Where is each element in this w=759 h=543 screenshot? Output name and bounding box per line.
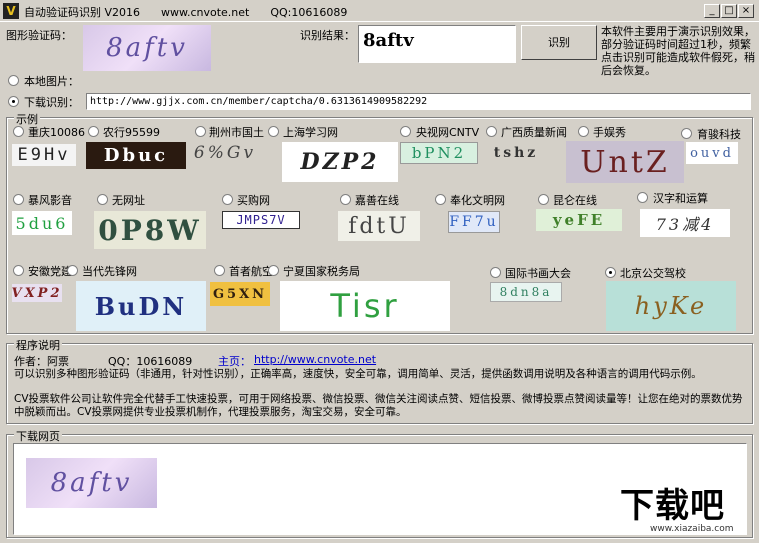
example-radio[interactable] [13, 194, 24, 205]
example-label: 昆仑在线 [553, 194, 597, 207]
example-captcha: 5du6 [12, 211, 72, 235]
example-captcha: ouvd [686, 142, 738, 164]
example-captcha: BuDN [76, 281, 206, 331]
window-title: 自动验证码识别 V2016 www.cnvote.net QQ:10616089 [24, 6, 348, 19]
example-captcha: DZP2 [282, 142, 398, 182]
example-label: 国际书画大会 [505, 267, 571, 280]
example-captcha: E9Hv [12, 144, 76, 166]
example-radio[interactable] [97, 194, 108, 205]
example-label: 宁夏国家税务局 [283, 265, 360, 278]
example-captcha: JMPS7V [222, 211, 300, 229]
watermark-url: www.xiazaiba.com [650, 524, 734, 534]
download-label: 下载识别： [24, 96, 79, 109]
example-captcha: Tisr [280, 281, 450, 331]
example-captcha: yeFE [536, 209, 622, 231]
maximize-button[interactable]: □ [721, 4, 737, 18]
example-captcha: FF7u [448, 211, 500, 233]
example-label: 上海学习网 [283, 126, 338, 139]
qq-label: QQ：10616089 [108, 355, 193, 368]
example-radio[interactable] [67, 265, 78, 276]
example-captcha: 6%Gv [193, 143, 257, 163]
app-icon: V [3, 3, 19, 19]
example-label: 育骏科技 [697, 128, 741, 141]
recognize-button[interactable]: 识别 [521, 25, 597, 60]
close-button[interactable]: × [738, 4, 754, 18]
example-label: 重庆10086 [28, 126, 85, 139]
program-desc-1: 可以识别多种图形验证码（非通用，针对性识别），正确率高，速度快，安全可靠，调用简… [14, 368, 702, 380]
example-radio[interactable] [486, 126, 497, 137]
download-captcha-image: 8aftv [26, 458, 157, 508]
download-radio[interactable] [8, 96, 19, 107]
example-captcha: tshz [493, 145, 539, 161]
example-radio[interactable] [13, 265, 24, 276]
example-label: 央视网CNTV [416, 126, 480, 139]
local-image-label: 本地图片： [24, 75, 79, 88]
example-label: 首者航空 [229, 265, 273, 278]
example-captcha: bPN2 [400, 142, 478, 164]
example-radio[interactable] [605, 267, 616, 278]
example-radio[interactable] [88, 126, 99, 137]
example-captcha: hyKe [606, 281, 736, 331]
example-radio[interactable] [214, 265, 225, 276]
example-radio[interactable] [490, 267, 501, 278]
home-label: 主页： [218, 355, 251, 368]
program-desc-2: CV投票软件公司让软件完全代替手工快速投票，可用于网络投票、微信投票、微信关注阅… [14, 393, 743, 418]
example-radio[interactable] [637, 192, 648, 203]
author-label: 作者：阿票 [14, 355, 69, 368]
example-label: 奉化文明网 [450, 194, 505, 207]
example-captcha: UntZ [566, 141, 684, 183]
title-bar[interactable]: V 自动验证码识别 V2016 www.cnvote.net QQ:106160… [0, 0, 759, 22]
notice-text: 本软件主要用于演示识别效果，部分验证码时间超过1秒，频繁点击识别可能造成软件假死… [601, 25, 755, 77]
example-captcha: Dbuc [86, 142, 186, 169]
example-label: 当代先锋网 [82, 265, 137, 278]
example-radio[interactable] [13, 126, 24, 137]
example-label: 荆州市国土 [209, 126, 264, 139]
example-label: 北京公交驾校 [620, 267, 686, 280]
example-label: 农行95599 [103, 126, 160, 139]
example-label: 广西质量新闻 [501, 126, 567, 139]
result-label: 识别结果： [300, 29, 355, 42]
example-captcha: G5XN [210, 282, 270, 306]
example-captcha: 8dn8a [490, 282, 562, 302]
home-link[interactable]: http://www.cnvote.net [254, 353, 376, 366]
example-radio[interactable] [435, 194, 446, 205]
example-radio[interactable] [538, 194, 549, 205]
example-label: 暴风影音 [28, 194, 72, 207]
example-radio[interactable] [222, 194, 233, 205]
example-radio[interactable] [195, 126, 206, 137]
captcha-image: 8aftv [83, 25, 211, 71]
example-radio[interactable] [681, 128, 692, 139]
example-label: 无网址 [112, 194, 145, 207]
result-field[interactable]: 8aftv [358, 25, 516, 63]
captcha-label: 图形验证码： [6, 29, 72, 42]
example-label: 买购网 [237, 194, 270, 207]
url-input[interactable]: http://www.gjjx.com.cn/member/captcha/0.… [86, 93, 751, 110]
download-title: 下载网页 [14, 428, 62, 444]
example-captcha: fdtU [338, 211, 420, 241]
example-radio[interactable] [578, 126, 589, 137]
example-captcha: 0P8W [94, 211, 206, 249]
example-captcha: VXP2 [12, 284, 62, 302]
local-image-radio[interactable] [8, 75, 19, 86]
example-radio[interactable] [268, 265, 279, 276]
minimize-button[interactable]: _ [704, 4, 720, 18]
example-radio[interactable] [268, 126, 279, 137]
program-title: 程序说明 [14, 337, 62, 353]
example-label: 手娱秀 [593, 126, 626, 139]
watermark-logo: 下载吧 [620, 486, 725, 526]
example-radio[interactable] [400, 126, 411, 137]
example-radio[interactable] [340, 194, 351, 205]
example-label: 汉字和运算 [653, 192, 708, 205]
example-captcha: 73减4 [640, 209, 730, 237]
example-label: 安徽党建 [28, 265, 72, 278]
example-label: 嘉善在线 [355, 194, 399, 207]
